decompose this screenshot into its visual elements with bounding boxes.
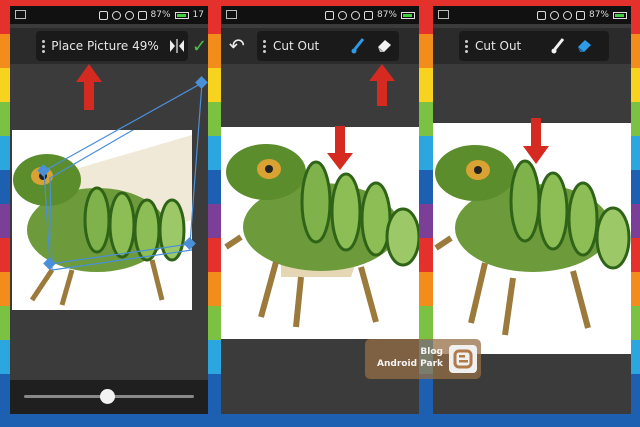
watermark-line2: Android Park <box>377 359 443 369</box>
mute-icon <box>324 10 334 20</box>
brush-icon[interactable] <box>345 33 371 59</box>
opacity-slider-area <box>10 380 208 414</box>
eraser-icon[interactable] <box>371 33 397 59</box>
undo-icon[interactable]: ↶ <box>225 35 249 59</box>
opacity-slider-thumb[interactable] <box>99 389 115 404</box>
corner-handle[interactable] <box>183 237 196 250</box>
battery-icon <box>401 11 415 19</box>
blogger-logo-icon <box>449 345 477 373</box>
battery-icon <box>613 11 627 19</box>
editor-toolbar: Cut Out <box>433 28 631 64</box>
corner-handle[interactable] <box>195 76 208 89</box>
wifi-icon <box>562 10 572 20</box>
phone-screen-place-picture: 87% 17 Place Picture 49% ✓ <box>10 6 208 414</box>
corner-handle[interactable] <box>43 257 56 270</box>
menu-dots-icon <box>465 39 469 53</box>
editor-toolbar: ↶ Cut Out <box>221 28 419 64</box>
mute-icon <box>536 10 546 20</box>
tool-selector[interactable]: Cut Out <box>257 31 399 61</box>
up-arrow-annotation-icon <box>369 64 395 106</box>
watermark-line1: Blog <box>420 347 443 357</box>
canvas-photo[interactable] <box>221 127 419 339</box>
tool-label: Cut Out <box>273 39 320 53</box>
alarm-icon <box>337 10 347 20</box>
brush-icon[interactable] <box>545 33 571 59</box>
gallery-notification-icon <box>226 10 237 19</box>
blog-watermark: Blog Android Park <box>365 339 481 379</box>
transform-frame <box>37 76 208 270</box>
tool-label: Cut Out <box>475 39 522 53</box>
eraser-icon[interactable] <box>571 33 597 59</box>
corner-handle[interactable] <box>37 164 50 177</box>
tool-selector[interactable]: Cut Out <box>459 31 609 61</box>
signal-icon <box>575 10 585 20</box>
alarm-icon <box>549 10 559 20</box>
gallery-notification-icon <box>438 10 449 19</box>
wifi-icon <box>350 10 360 20</box>
battery-percent: 87% <box>588 10 609 20</box>
battery-percent: 87% <box>376 10 397 20</box>
menu-dots-icon <box>263 39 267 53</box>
status-bar: 87% <box>221 6 419 24</box>
down-arrow-annotation-icon <box>327 126 353 170</box>
down-arrow-annotation-icon <box>523 118 549 164</box>
status-bar: 87% <box>433 6 631 24</box>
signal-icon <box>363 10 373 20</box>
